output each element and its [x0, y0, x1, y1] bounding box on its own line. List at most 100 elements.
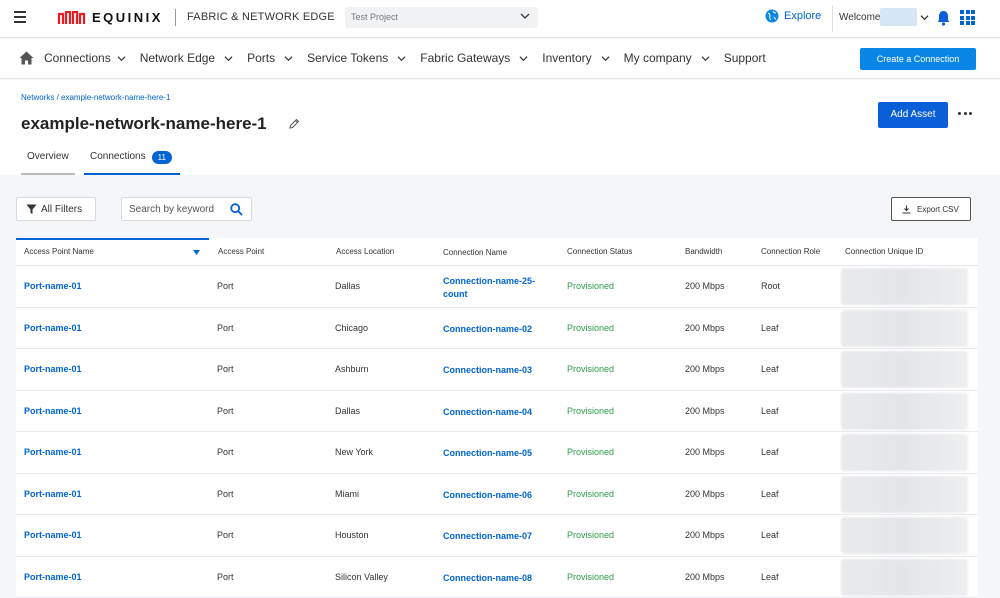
nav-item-inventory[interactable]: Inventory [542, 51, 609, 65]
connection-role-cell: Leaf [761, 364, 779, 374]
add-asset-button[interactable]: Add Asset [878, 102, 948, 128]
chevron-down-icon [519, 54, 528, 63]
column-header-connection-status[interactable]: Connection Status [567, 247, 632, 256]
chevron-down-icon [397, 54, 406, 63]
search-icon[interactable] [230, 203, 243, 216]
access-point-name-link[interactable]: Port-name-01 [24, 323, 82, 333]
access-location-cell: Silicon Valley [335, 572, 388, 582]
connection-role-cell: Leaf [761, 572, 779, 582]
tab-overview[interactable]: Overview [21, 144, 75, 175]
connection-unique-id-redacted [841, 434, 968, 471]
chevron-down-icon [284, 54, 293, 63]
table-row: Port-name-01PortMiamiConnection-name-06P… [16, 474, 978, 516]
bandwidth-cell: 200 Mbps [685, 364, 725, 374]
access-point-name-link[interactable]: Port-name-01 [24, 364, 82, 374]
connection-name-link[interactable]: Connection-name-07 [443, 530, 551, 543]
chevron-down-icon [701, 54, 710, 63]
access-point-cell: Port [217, 281, 234, 291]
export-csv-button[interactable]: Export CSV [891, 197, 971, 221]
tab-connections[interactable]: Connections 11 [84, 144, 180, 175]
nav-item-service-tokens[interactable]: Service Tokens [307, 51, 406, 65]
bell-icon[interactable] [936, 10, 951, 26]
connection-unique-id-redacted [841, 517, 968, 554]
connection-role-cell: Leaf [761, 447, 779, 457]
hamburger-icon[interactable] [14, 11, 26, 25]
column-header-access-point-name[interactable]: Access Point Name [24, 247, 94, 256]
connection-name-link[interactable]: Connection-name-05 [443, 447, 551, 460]
search-field[interactable] [121, 197, 252, 221]
chevron-down-icon [601, 54, 610, 63]
logo[interactable]: EQUINIX [57, 9, 163, 26]
bandwidth-cell: 200 Mbps [685, 447, 725, 457]
connection-status-cell: Provisioned [567, 489, 614, 499]
connection-name-link[interactable]: Connection-name-04 [443, 406, 551, 419]
access-point-name-link[interactable]: Port-name-01 [24, 489, 82, 499]
download-icon [902, 205, 911, 214]
column-header-connection-name[interactable]: Connection Name [443, 248, 507, 257]
access-point-name-link[interactable]: Port-name-01 [24, 447, 82, 457]
nav-item-support[interactable]: Support [724, 51, 766, 65]
access-point-cell: Port [217, 572, 234, 582]
nav-item-label: Fabric Gateways [420, 51, 510, 65]
chevron-down-icon[interactable] [920, 13, 929, 22]
search-input[interactable] [129, 203, 227, 215]
divider [175, 9, 176, 26]
connection-name-link[interactable]: Connection-name-08 [443, 572, 551, 585]
nav-item-ports[interactable]: Ports [247, 51, 293, 65]
sort-icon[interactable] [193, 250, 200, 255]
connection-name-link[interactable]: Connection-name-25-count [443, 275, 551, 301]
breadcrumb[interactable]: Networks / example-network-name-here-1 [21, 93, 170, 102]
create-connection-button[interactable]: Create a Connection [860, 48, 976, 70]
access-point-name-link[interactable]: Port-name-01 [24, 530, 82, 540]
column-header-access-location[interactable]: Access Location [336, 247, 394, 256]
connection-unique-id-redacted [841, 268, 968, 305]
connection-status-cell: Provisioned [567, 364, 614, 374]
column-header-bandwidth[interactable]: Bandwidth [685, 247, 722, 256]
count-badge: 11 [152, 151, 172, 164]
table-row: Port-name-01PortDallasConnection-name-25… [16, 266, 978, 308]
connection-role-cell: Leaf [761, 530, 779, 540]
nav-item-label: Network Edge [140, 51, 215, 65]
pencil-icon[interactable] [289, 118, 300, 129]
access-location-cell: Dallas [335, 406, 360, 416]
connection-role-cell: Leaf [761, 406, 779, 416]
access-point-name-link[interactable]: Port-name-01 [24, 281, 82, 291]
tab-bar: Overview Connections 11 [21, 144, 180, 175]
table-row: Port-name-01PortHoustonConnection-name-0… [16, 515, 978, 557]
nav-item-fabric-gateways[interactable]: Fabric Gateways [420, 51, 528, 65]
bandwidth-cell: 200 Mbps [685, 572, 725, 582]
project-select[interactable]: Test Project [345, 7, 538, 28]
explore-label: Explore [784, 10, 821, 22]
table-row: Port-name-01PortChicagoConnection-name-0… [16, 308, 978, 350]
connection-name-link[interactable]: Connection-name-03 [443, 364, 551, 377]
page-header: Networks / example-network-name-here-1 e… [0, 80, 1000, 175]
access-point-name-link[interactable]: Port-name-01 [24, 406, 82, 416]
access-point-name-link[interactable]: Port-name-01 [24, 572, 82, 582]
table-row: Port-name-01PortNew YorkConnection-name-… [16, 432, 978, 474]
connection-name-link[interactable]: Connection-name-02 [443, 323, 551, 336]
nav-item-my-company[interactable]: My company [624, 51, 710, 65]
filter-icon [26, 204, 37, 215]
column-header-connection-unique-id[interactable]: Connection Unique ID [845, 247, 923, 256]
access-point-cell: Port [217, 530, 234, 540]
nav-menu: Connections Network Edge Ports Service T… [44, 51, 780, 65]
connection-name-link[interactable]: Connection-name-06 [443, 489, 551, 502]
column-header-connection-role[interactable]: Connection Role [761, 247, 820, 256]
column-header-access-point[interactable]: Access Point [218, 247, 264, 256]
connection-unique-id-redacted [841, 393, 968, 430]
nav-item-network-edge[interactable]: Network Edge [140, 51, 233, 65]
all-filters-button[interactable]: All Filters [16, 197, 96, 221]
more-icon[interactable] [958, 112, 972, 116]
page-title: example-network-name-here-1 [21, 114, 267, 134]
nav-item-connections[interactable]: Connections [44, 51, 126, 65]
explore-link[interactable]: Explore [765, 9, 821, 23]
sort-indicator [16, 238, 209, 240]
connection-status-cell: Provisioned [567, 323, 614, 333]
nav-item-label: Support [724, 51, 766, 65]
all-filters-label: All Filters [41, 204, 82, 215]
apps-grid-icon[interactable] [960, 10, 975, 25]
user-name-redacted[interactable] [880, 8, 917, 26]
home-icon[interactable] [19, 51, 34, 65]
connection-unique-id-redacted [841, 310, 968, 347]
export-csv-label: Export CSV [917, 205, 959, 214]
